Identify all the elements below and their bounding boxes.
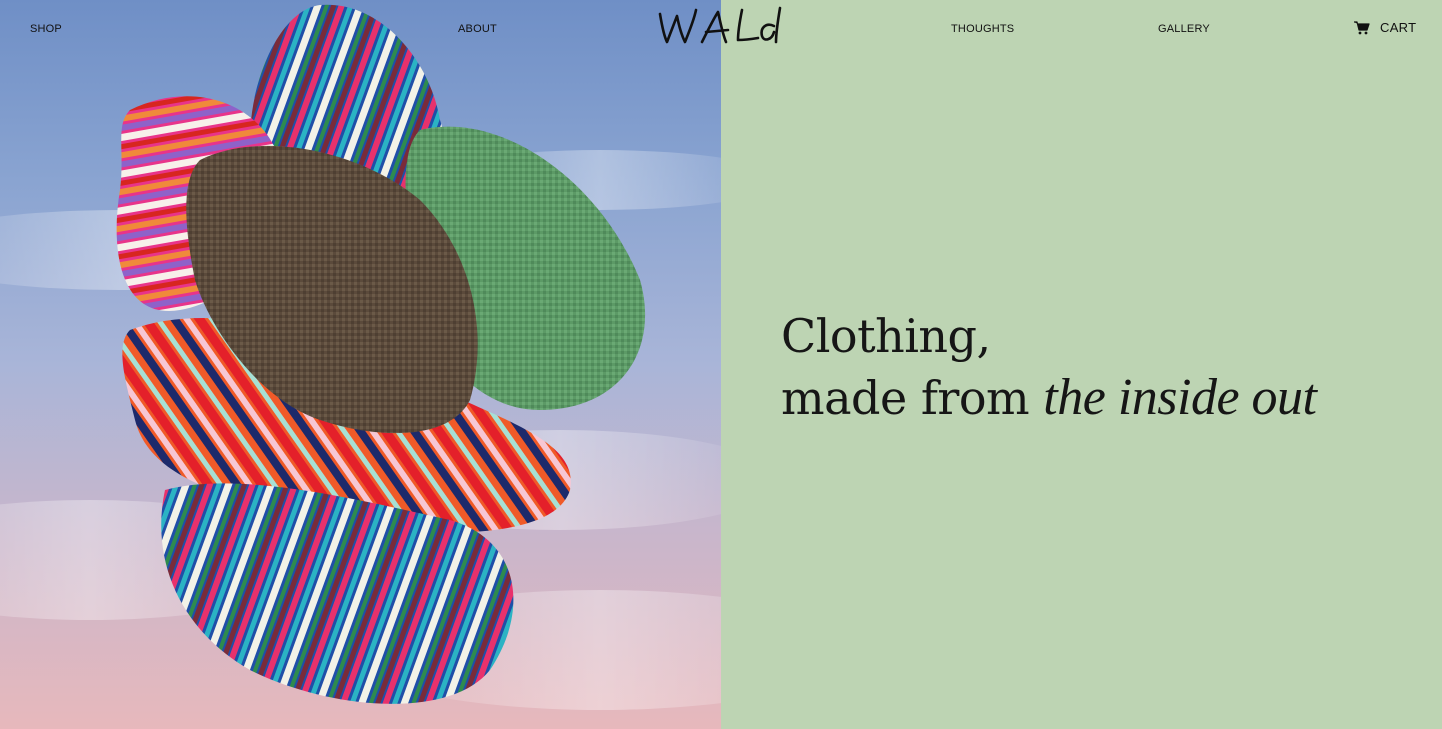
hero-image — [0, 0, 721, 729]
headline-emphasis: the inside out — [1043, 369, 1317, 426]
fabric-bundle-illustration — [0, 4, 721, 710]
wald-logo-wordmark — [658, 6, 782, 44]
headline-line-2: made from the inside out — [781, 367, 1317, 429]
cart-label: CART — [1380, 20, 1417, 35]
nav-thoughts-link[interactable]: THOUGHTS — [951, 23, 1014, 35]
top-navigation: SHOP ABOUT THOUGHTS GALLERY CART — [0, 0, 1442, 58]
nav-about-link[interactable]: ABOUT — [458, 23, 497, 35]
hero-headline: Clothing, made from the inside out — [781, 305, 1317, 429]
nav-gallery-link[interactable]: GALLERY — [1158, 23, 1210, 35]
nav-shop-link[interactable]: SHOP — [30, 23, 62, 35]
hero-text-panel: Clothing, made from the inside out — [721, 0, 1442, 729]
site-logo[interactable] — [656, 6, 784, 48]
cart-button[interactable]: CART — [1354, 20, 1416, 35]
shopping-cart-icon — [1354, 20, 1370, 34]
headline-line-2-prefix: made from — [781, 371, 1044, 425]
headline-line-1: Clothing, — [781, 309, 991, 363]
